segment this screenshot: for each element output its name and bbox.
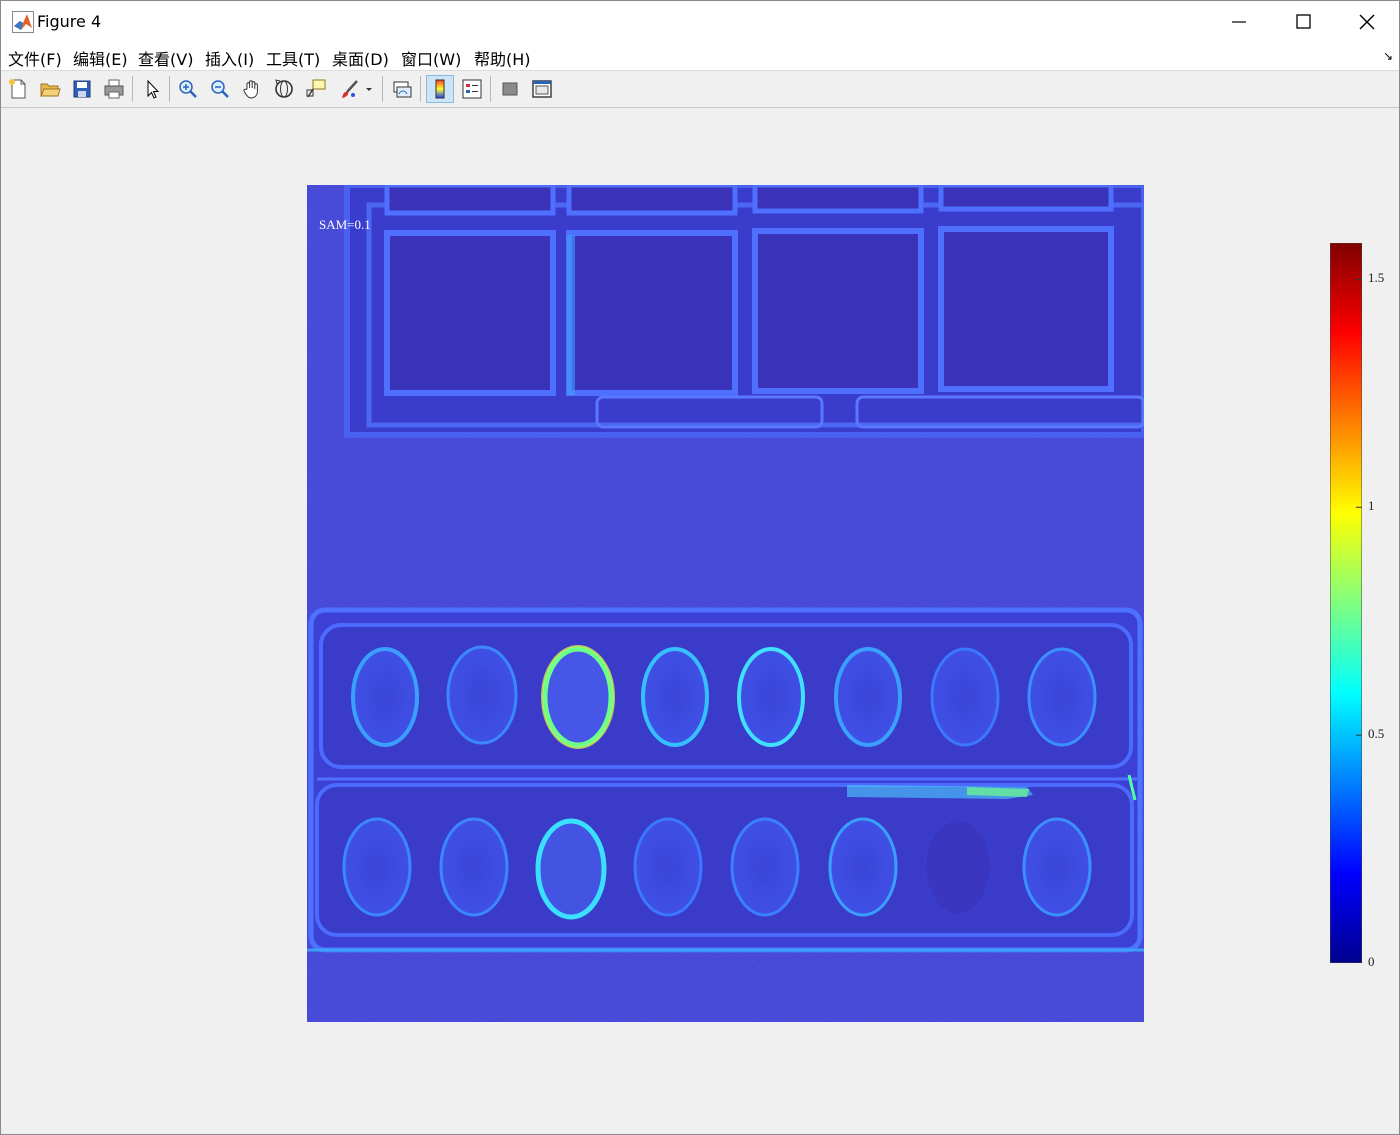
save-button[interactable]: [69, 76, 95, 102]
brush-button[interactable]: [337, 76, 363, 102]
menu-view[interactable]: 查看(V): [138, 46, 193, 70]
toolbar-separator: [132, 76, 133, 102]
close-button[interactable]: [1335, 1, 1399, 41]
save-icon: [73, 80, 91, 98]
sam-image-axes[interactable]: [307, 185, 1144, 1022]
window-title: Figure 4: [37, 12, 102, 31]
menu-window[interactable]: 窗口(W): [401, 46, 461, 70]
toolbar-separator: [420, 76, 421, 102]
insert-colorbar-button[interactable]: [426, 75, 454, 103]
menu-desktop[interactable]: 桌面(D): [332, 46, 389, 70]
close-icon: [1359, 14, 1375, 30]
dock-arrow-icon[interactable]: ↘: [1383, 49, 1393, 63]
data-cursor-button[interactable]: [303, 76, 329, 102]
show-plot-tools-button[interactable]: [529, 76, 555, 102]
menu-tools[interactable]: 工具(T): [266, 46, 320, 70]
open-file-icon: [40, 83, 61, 97]
new-figure-icon: [9, 79, 26, 99]
sam-annotation: SAM=0.1: [319, 217, 371, 232]
new-figure-button[interactable]: [5, 76, 31, 102]
link-plot-icon: [393, 81, 412, 98]
menu-edit[interactable]: 编辑(E): [73, 46, 128, 70]
link-plot-button[interactable]: [389, 76, 415, 102]
maximize-icon: [1296, 14, 1311, 29]
insert-legend-icon: [462, 79, 482, 99]
egg-tray: [307, 607, 1144, 953]
brush-dropdown-button[interactable]: [364, 76, 376, 102]
rotate-3d-button[interactable]: [271, 76, 297, 102]
hide-plot-tools-button[interactable]: [497, 76, 523, 102]
minimize-button[interactable]: [1207, 1, 1271, 41]
insert-colorbar-icon: [435, 79, 445, 99]
toolbar-separator: [490, 76, 491, 102]
status-strip: [1, 1127, 1399, 1134]
insert-legend-button[interactable]: [459, 76, 485, 102]
menu-help[interactable]: 帮助(H): [474, 46, 531, 70]
title-bar[interactable]: Figure 4: [1, 1, 1399, 41]
zoom-out-icon: [211, 80, 229, 98]
pan-hand-icon: [243, 80, 258, 99]
pan-button[interactable]: [239, 76, 265, 102]
figure-window: Figure 4 文件(F) 编辑(E) 查看(V) 插入(I) 工具(T) 桌…: [0, 0, 1400, 1135]
data-cursor-icon: [306, 79, 326, 98]
zoom-in-button[interactable]: [175, 76, 201, 102]
zoom-in-icon: [179, 80, 197, 98]
menu-file[interactable]: 文件(F): [8, 46, 62, 70]
toolbar-separator: [169, 76, 170, 102]
menu-insert[interactable]: 插入(I): [205, 46, 254, 70]
brush-icon: [342, 80, 358, 98]
show-plot-tools-icon: [532, 80, 552, 98]
minimize-icon: [1232, 21, 1246, 23]
colorbar[interactable]: [1330, 243, 1362, 963]
open-file-button[interactable]: [37, 76, 63, 102]
colorbar-tick-label: 0.5: [1368, 726, 1385, 742]
edit-plot-button[interactable]: [139, 76, 165, 102]
toolbar-separator: [382, 76, 383, 102]
menu-bar: 文件(F) 编辑(E) 查看(V) 插入(I) 工具(T) 桌面(D) 窗口(W…: [1, 41, 1399, 71]
zoom-out-button[interactable]: [207, 76, 233, 102]
hide-plot-tools-icon: [502, 82, 518, 96]
figure-toolbar: [1, 71, 1399, 108]
rotate-3d-icon: [275, 79, 293, 98]
colorbar-tick-label: 1: [1368, 498, 1375, 514]
colorbar-tick-label: 1.5: [1368, 270, 1385, 286]
edit-plot-arrow-icon: [147, 79, 160, 99]
print-button[interactable]: [101, 76, 127, 102]
matlab-logo-icon: [12, 11, 34, 33]
print-icon: [104, 79, 124, 99]
maximize-button[interactable]: [1271, 1, 1335, 41]
colorbar-tick-label: 0: [1368, 954, 1375, 969]
chevron-down-icon: [366, 88, 372, 91]
color-checker-panel: [344, 185, 1144, 438]
